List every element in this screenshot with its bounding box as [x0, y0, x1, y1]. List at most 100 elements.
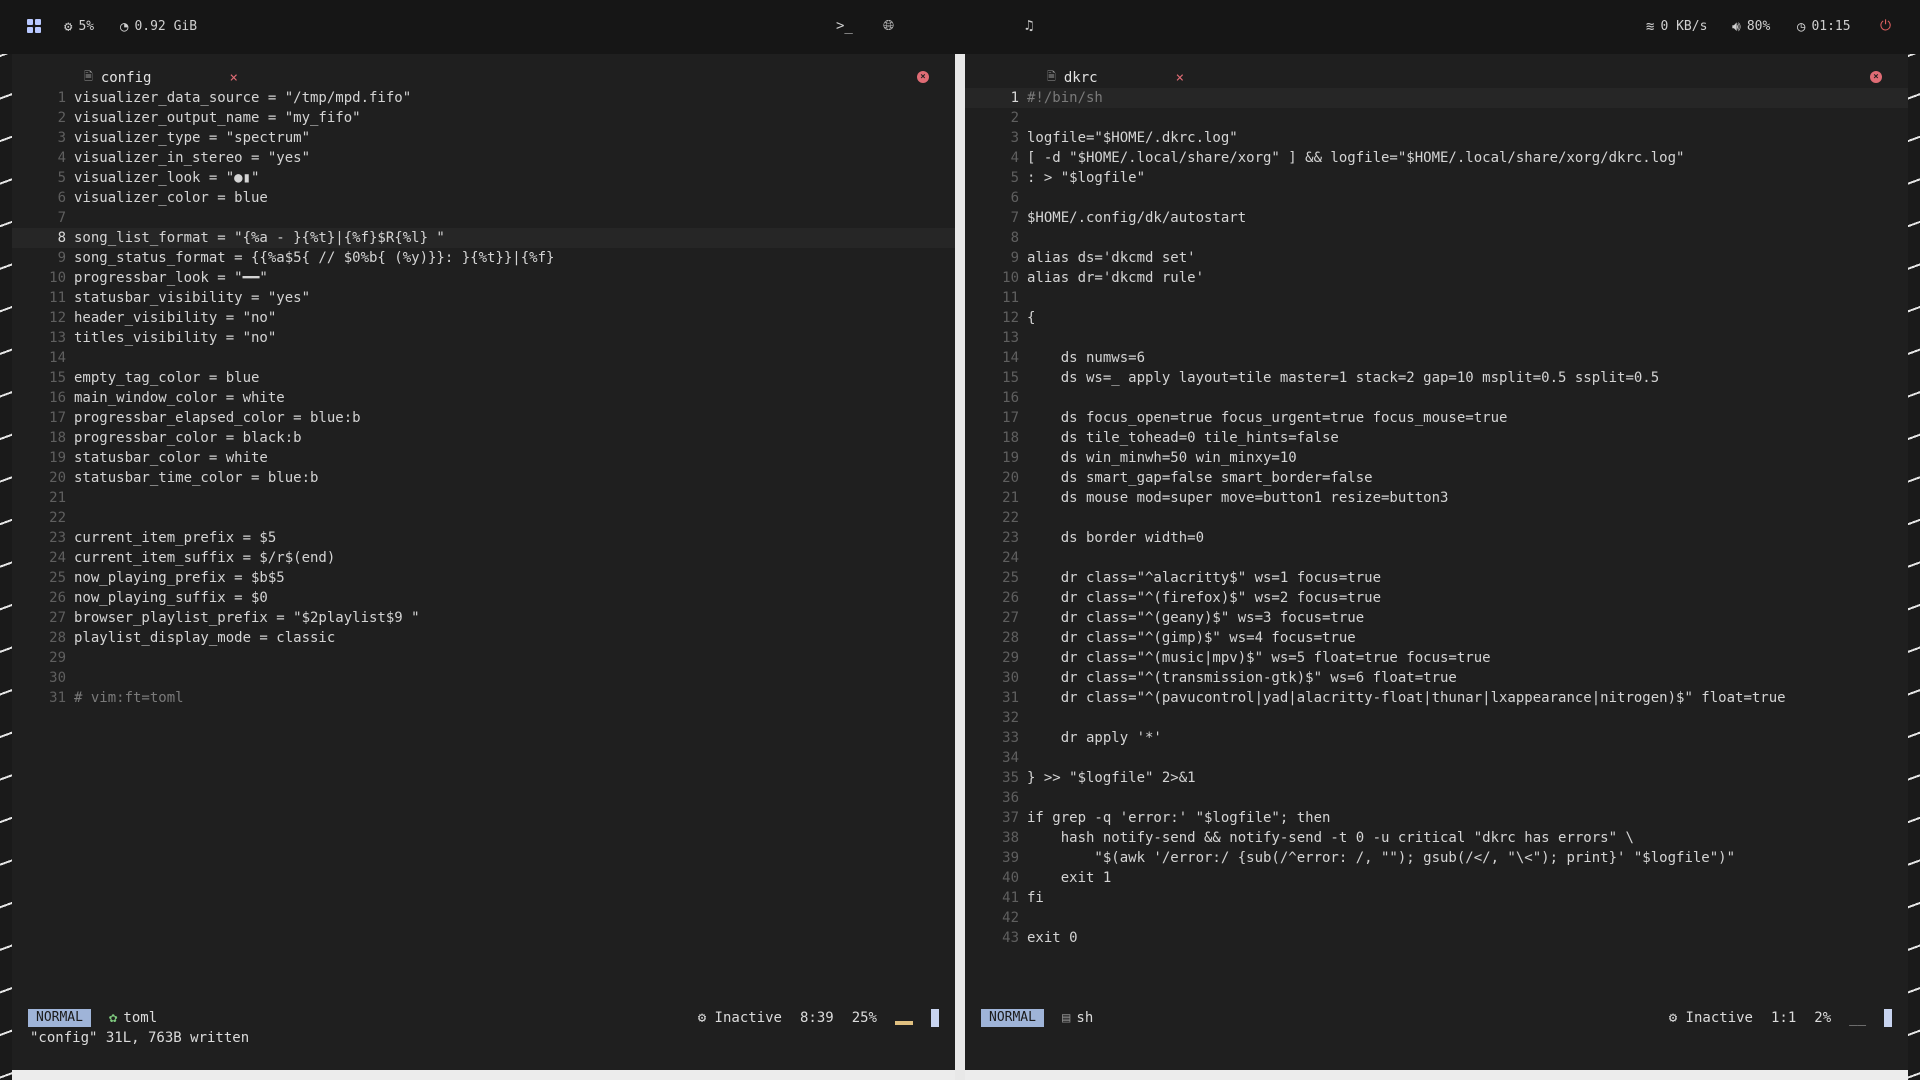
- tab-close-icon[interactable]: ×: [229, 70, 237, 86]
- code-line[interactable]: 23 ds border width=0: [965, 528, 1908, 548]
- code-line[interactable]: 8 song_list_format = "{%a - }{%t}|{%f}$R{…: [12, 228, 955, 248]
- code-line[interactable]: 1 #!/bin/sh: [965, 88, 1908, 108]
- code-line[interactable]: 4 [ -d "$HOME/.local/share/xorg" ] && log…: [965, 148, 1908, 168]
- code-area[interactable]: 1 visualizer_data_source = "/tmp/mpd.fifo…: [12, 88, 955, 708]
- line-number: 4: [1010, 150, 1019, 166]
- code-line[interactable]: 34: [965, 748, 1908, 768]
- code-line[interactable]: 25 now_playing_prefix = $b$5: [12, 568, 955, 588]
- code-line[interactable]: 21 ds mouse mod=super move=button1 resiz…: [965, 488, 1908, 508]
- volume-control[interactable]: 🔊︎ 80%: [1732, 19, 1770, 34]
- code-line[interactable]: 18 progressbar_color = black:b: [12, 428, 955, 448]
- line-text: # vim:ft=toml: [74, 690, 184, 706]
- code-line[interactable]: 25 dr class="^alacritty$" ws=1 focus=tru…: [965, 568, 1908, 588]
- code-line[interactable]: 12 {: [965, 308, 1908, 328]
- code-line[interactable]: 40 exit 1: [965, 868, 1908, 888]
- code-line[interactable]: 27 dr class="^(geany)$" ws=3 focus=true: [965, 608, 1908, 628]
- code-line[interactable]: 28 playlist_display_mode = classic: [12, 628, 955, 648]
- browser-launcher[interactable]: 🌐︎: [883, 19, 894, 33]
- code-line[interactable]: 9 alias ds='dkcmd set': [965, 248, 1908, 268]
- code-line[interactable]: 22: [12, 508, 955, 528]
- code-line[interactable]: 18 ds tile_tohead=0 tile_hints=false: [965, 428, 1908, 448]
- code-line[interactable]: 3 visualizer_type = "spectrum": [12, 128, 955, 148]
- code-line[interactable]: 31 # vim:ft=toml: [12, 688, 955, 708]
- terminal-launcher[interactable]: >_: [836, 19, 853, 33]
- editor-pane-left[interactable]: 🗎︎ config × × 1 visualizer_data_source = …: [12, 54, 955, 1070]
- window-close-button[interactable]: ×: [1870, 71, 1882, 83]
- code-line[interactable]: 43 exit 0: [965, 928, 1908, 948]
- code-line[interactable]: 13: [965, 328, 1908, 348]
- cpu-value: 5%: [78, 19, 95, 34]
- code-line[interactable]: 37 if grep -q 'error:' "$logfile"; then: [965, 808, 1908, 828]
- code-line[interactable]: 11: [965, 288, 1908, 308]
- code-line[interactable]: 11 statusbar_visibility = "yes": [12, 288, 955, 308]
- tab-dkrc[interactable]: 🗎︎ dkrc ×: [1047, 68, 1184, 87]
- code-line[interactable]: 42: [965, 908, 1908, 928]
- code-line[interactable]: 15 empty_tag_color = blue: [12, 368, 955, 388]
- code-line[interactable]: 19 ds win_minwh=50 win_minxy=10: [965, 448, 1908, 468]
- power-button[interactable]: ⏻: [1880, 19, 1891, 33]
- tab-close-icon[interactable]: ×: [1176, 70, 1184, 86]
- code-line[interactable]: 1 visualizer_data_source = "/tmp/mpd.fifo…: [12, 88, 955, 108]
- code-line[interactable]: 9 song_status_format = {{%a$5{ // $0%b{ (…: [12, 248, 955, 268]
- code-line[interactable]: 3 logfile="$HOME/.dkrc.log": [965, 128, 1908, 148]
- code-line[interactable]: 5 visualizer_look = "●▮": [12, 168, 955, 188]
- line-number: 6: [1010, 190, 1019, 206]
- code-line[interactable]: 35} >> "$logfile" 2>&1: [965, 768, 1908, 788]
- code-line[interactable]: 24: [965, 548, 1908, 568]
- code-line[interactable]: 13 titles_visibility = "no": [12, 328, 955, 348]
- code-line[interactable]: 19 statusbar_color = white: [12, 448, 955, 468]
- tab-config[interactable]: 🗎︎ config ×: [84, 68, 238, 87]
- code-line[interactable]: 31 dr class="^(pavucontrol|yad|alacritty…: [965, 688, 1908, 708]
- code-line[interactable]: 21: [12, 488, 955, 508]
- code-line[interactable]: 26 now_playing_suffix = $0: [12, 588, 955, 608]
- code-line[interactable]: 28 dr class="^(gimp)$" ws=4 focus=true: [965, 628, 1908, 648]
- code-line[interactable]: 14 ds numws=6: [965, 348, 1908, 368]
- code-line[interactable]: 10 alias dr='dkcmd rule': [965, 268, 1908, 288]
- code-line[interactable]: 20 statusbar_time_color = blue:b: [12, 468, 955, 488]
- code-line[interactable]: 32: [965, 708, 1908, 728]
- line-text: dr class="^(transmission-gtk)$" ws=6 flo…: [1027, 670, 1457, 686]
- code-line[interactable]: 24 current_item_suffix = $/r$(end): [12, 548, 955, 568]
- window-close-button[interactable]: ×: [917, 71, 929, 83]
- code-line[interactable]: 27 browser_playlist_prefix = "$2playlist$…: [12, 608, 955, 628]
- code-line[interactable]: 16 main_window_color = white: [12, 388, 955, 408]
- code-line[interactable]: 41 fi: [965, 888, 1908, 908]
- line-number: 25: [49, 570, 66, 586]
- editor-pane-right[interactable]: 🗎︎ dkrc × × 1 #!/bin/sh 2 3 logfile="$HOME/.…: [965, 54, 1908, 1070]
- code-line[interactable]: 4 visualizer_in_stereo = "yes": [12, 148, 955, 168]
- code-line[interactable]: 30: [12, 668, 955, 688]
- code-line[interactable]: 7: [12, 208, 955, 228]
- code-line[interactable]: 33 dr apply '*': [965, 728, 1908, 748]
- code-line[interactable]: 17 ds focus_open=true focus_urgent=true …: [965, 408, 1908, 428]
- code-line[interactable]: 23 current_item_prefix = $5: [12, 528, 955, 548]
- workspaces-button[interactable]: [27, 19, 41, 33]
- code-line[interactable]: 2 visualizer_output_name = "my_fifo": [12, 108, 955, 128]
- line-number: 2: [57, 110, 66, 126]
- code-line[interactable]: 14: [12, 348, 955, 368]
- code-line[interactable]: 22: [965, 508, 1908, 528]
- code-line[interactable]: 26 dr class="^(firefox)$" ws=2 focus=tru…: [965, 588, 1908, 608]
- code-line[interactable]: 38 hash notify-send && notify-send -t 0 …: [965, 828, 1908, 848]
- code-line[interactable]: 12 header_visibility = "no": [12, 308, 955, 328]
- code-line[interactable]: 6: [965, 188, 1908, 208]
- code-line[interactable]: 39 "$(awk '/error:/ {sub(/^error: /, "")…: [965, 848, 1908, 868]
- line-number: 17: [49, 410, 66, 426]
- code-line[interactable]: 36: [965, 788, 1908, 808]
- code-line[interactable]: 30 dr class="^(transmission-gtk)$" ws=6 …: [965, 668, 1908, 688]
- code-line[interactable]: 20 ds smart_gap=false smart_border=false: [965, 468, 1908, 488]
- code-line[interactable]: 17 progressbar_elapsed_color = blue:b: [12, 408, 955, 428]
- code-line[interactable]: 29 dr class="^(music|mpv)$" ws=5 float=t…: [965, 648, 1908, 668]
- code-line[interactable]: 8: [965, 228, 1908, 248]
- code-area[interactable]: 1 #!/bin/sh 2 3 logfile="$HOME/.dkrc.log" 4[ …: [965, 88, 1908, 948]
- line-number: 29: [49, 650, 66, 666]
- code-line[interactable]: 7 $HOME/.config/dk/autostart: [965, 208, 1908, 228]
- terminal-file-icon: ▤: [1061, 1010, 1071, 1026]
- code-line[interactable]: 15 ds ws=_ apply layout=tile master=1 st…: [965, 368, 1908, 388]
- code-line[interactable]: 16: [965, 388, 1908, 408]
- code-line[interactable]: 2: [965, 108, 1908, 128]
- code-line[interactable]: 29: [12, 648, 955, 668]
- code-line[interactable]: 6 visualizer_color = blue: [12, 188, 955, 208]
- code-line[interactable]: 5: > "$logfile": [965, 168, 1908, 188]
- code-line[interactable]: 10 progressbar_look = "━━": [12, 268, 955, 288]
- music-launcher[interactable]: ♫: [1025, 19, 1033, 33]
